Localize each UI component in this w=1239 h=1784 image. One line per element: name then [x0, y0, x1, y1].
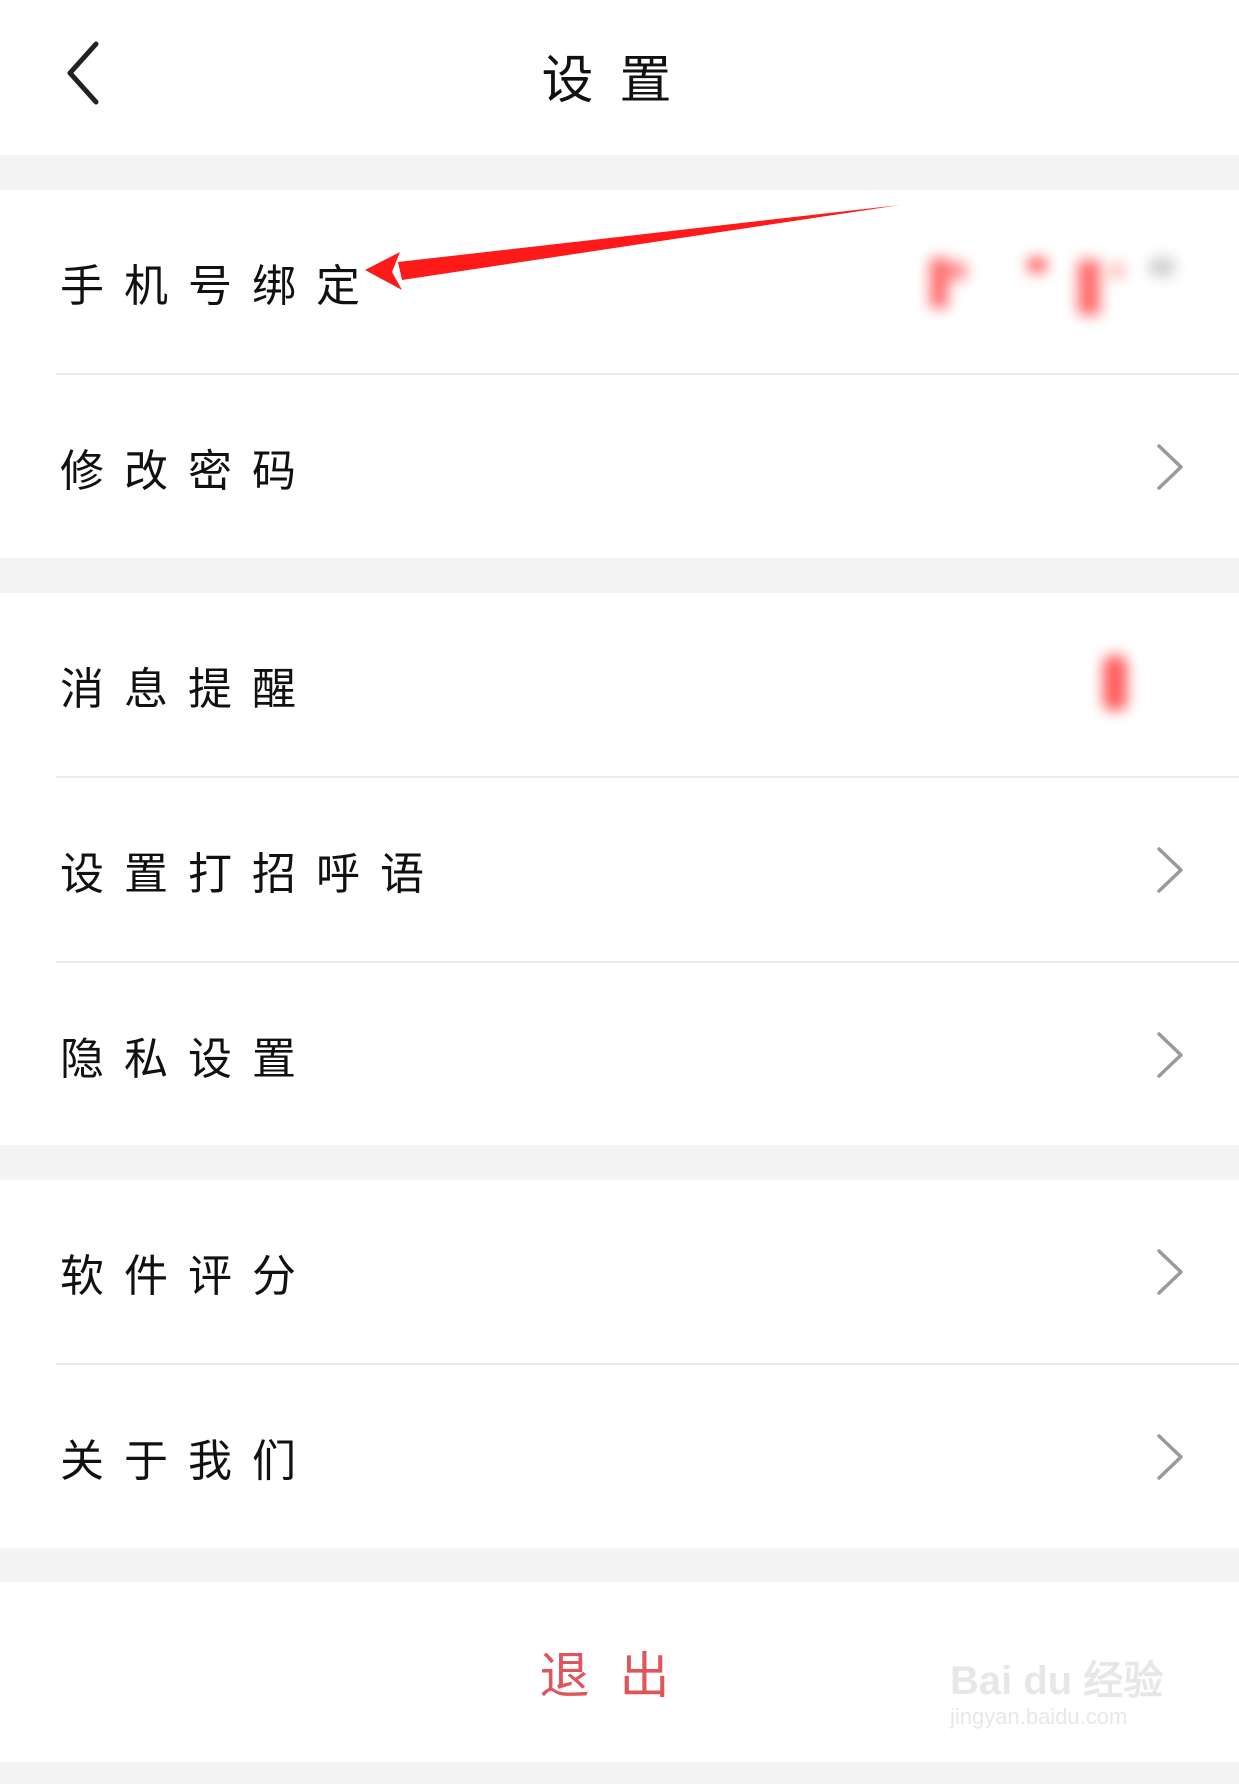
phone-number-redacted	[930, 258, 1174, 315]
header-bar: 设置	[0, 0, 1239, 155]
logout-label: 退出	[539, 1647, 700, 1705]
bottom-gap	[0, 1762, 1239, 1784]
section-gap	[0, 1145, 1239, 1180]
row-label: 手机号绑定	[60, 260, 380, 312]
row-phone-binding[interactable]: 手机号绑定	[0, 190, 1239, 373]
row-label: 隐私设置	[60, 1033, 316, 1085]
section-gap	[0, 558, 1239, 593]
row-label: 修改密码	[60, 445, 316, 497]
toggle-redacted[interactable]	[1085, 643, 1145, 723]
row-label: 消息提醒	[60, 663, 316, 715]
section-gap	[0, 1548, 1239, 1582]
chevron-right-icon	[1157, 1433, 1183, 1480]
row-app-rating[interactable]: 软件评分	[0, 1180, 1239, 1363]
page-title: 设置	[541, 51, 698, 111]
chevron-right-icon	[1157, 1031, 1183, 1078]
chevron-right-icon	[1157, 846, 1183, 893]
chevron-right-icon	[1157, 1248, 1183, 1295]
chevron-right-icon	[1157, 443, 1183, 490]
row-greeting-setting[interactable]: 设置打招呼语	[0, 778, 1239, 961]
row-about-us[interactable]: 关于我们	[0, 1365, 1239, 1548]
row-label: 设置打招呼语	[60, 848, 444, 900]
settings-group-general: 消息提醒 设置打招呼语 隐私设置	[0, 593, 1239, 1145]
settings-group-account: 手机号绑定 修改密码	[0, 190, 1239, 558]
row-privacy-setting[interactable]: 隐私设置	[0, 963, 1239, 1146]
row-label: 软件评分	[60, 1250, 316, 1302]
settings-group-about: 软件评分 关于我们	[0, 1180, 1239, 1548]
row-label: 关于我们	[60, 1435, 316, 1487]
logout-button[interactable]: 退出	[0, 1582, 1239, 1762]
row-change-password[interactable]: 修改密码	[0, 375, 1239, 558]
section-gap	[0, 155, 1239, 190]
row-message-reminder[interactable]: 消息提醒	[0, 593, 1239, 776]
